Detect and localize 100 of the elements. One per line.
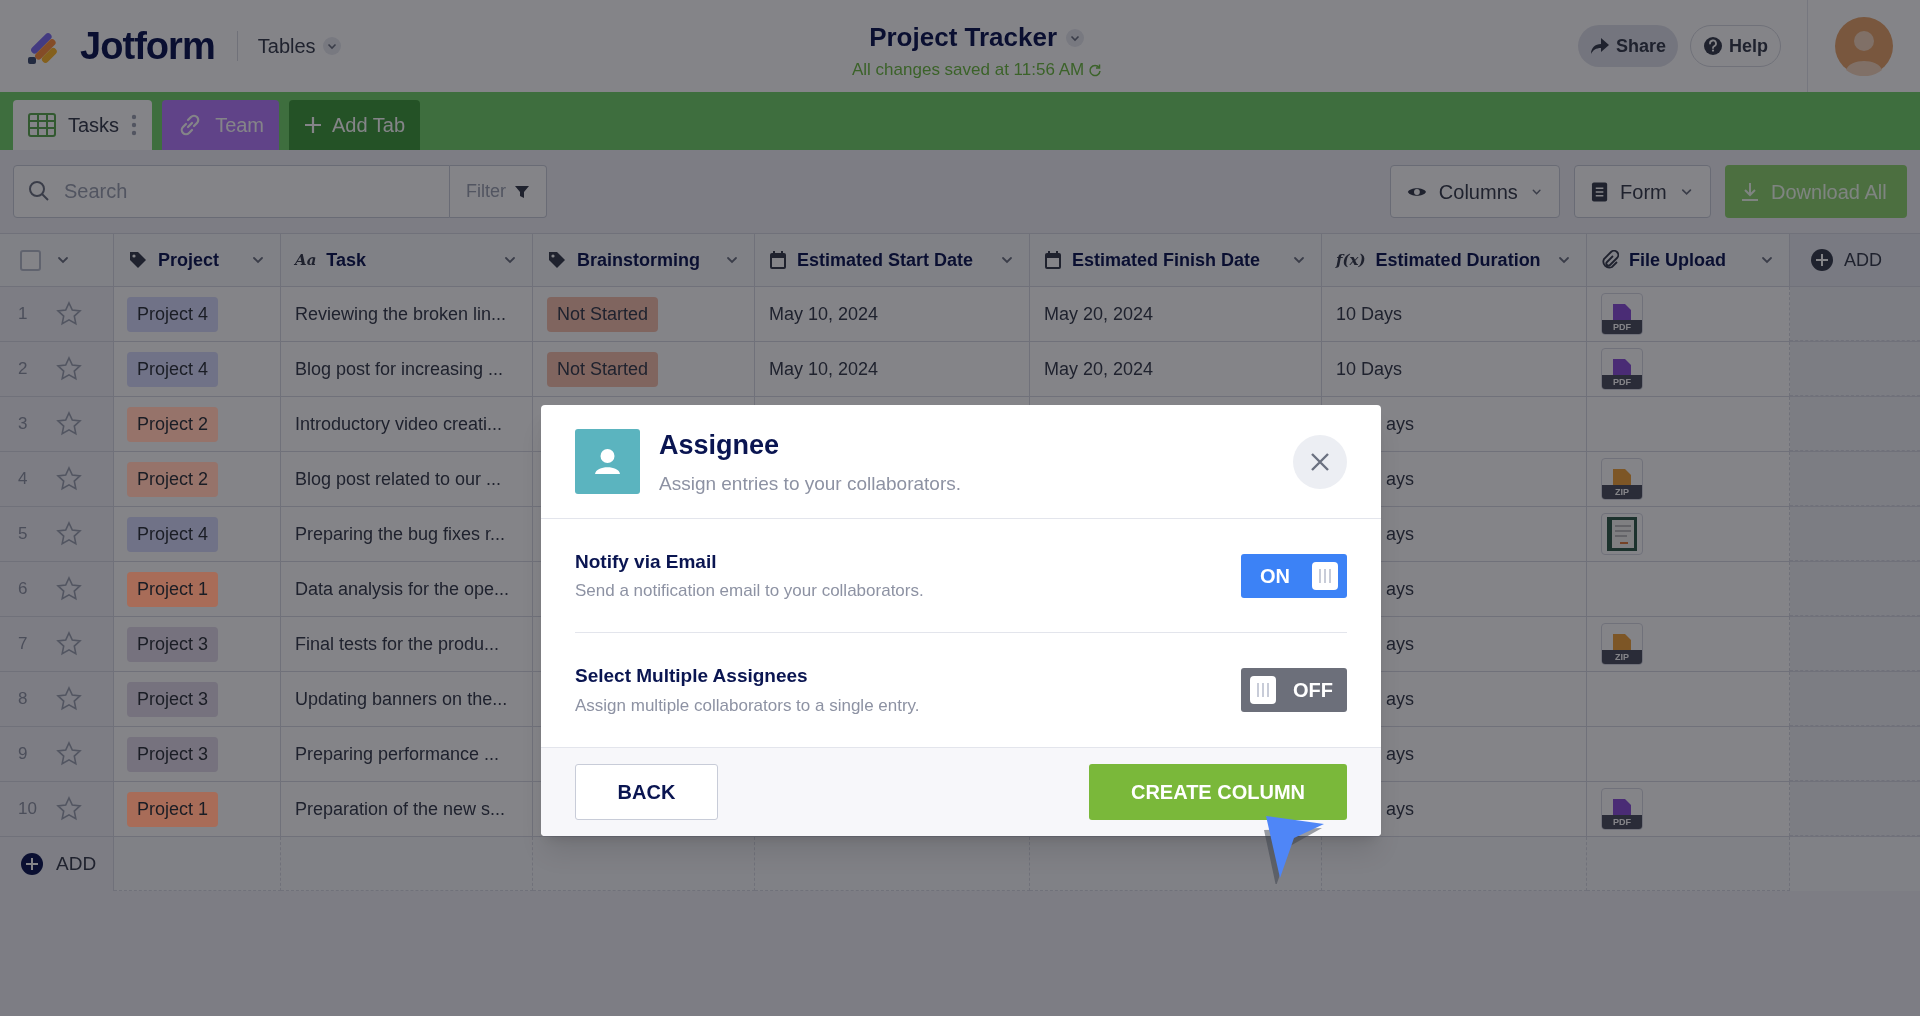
file-icon <box>1611 797 1633 815</box>
star-icon <box>56 466 82 492</box>
task-text: Reviewing the broken lin... <box>295 302 507 326</box>
star-icon <box>56 576 82 602</box>
project-tag: Project 2 <box>127 406 219 442</box>
download-icon <box>1741 181 1759 202</box>
toggle-switch[interactable]: ON <box>1241 553 1347 598</box>
column-header[interactable]: Aa Task <box>281 234 533 286</box>
task-text: Blog post related to our ... <box>295 467 502 491</box>
setting-description: Assign multiple collaborators to a single entry. <box>575 694 920 717</box>
column-header[interactable]: Estimated Start Date <box>755 234 1030 286</box>
add-tab-button[interactable]: Add Tab <box>289 100 421 150</box>
file-type-label: PDF <box>1602 320 1642 334</box>
project-tag: Project 2 <box>127 461 219 497</box>
field-type-label: Aa <box>295 249 317 271</box>
tab[interactable]: Tasks <box>13 100 153 150</box>
column-title: Brainstorming <box>577 248 700 272</box>
close-icon <box>1310 451 1330 472</box>
form-button[interactable]: Form <box>1574 165 1711 218</box>
column-title: Estimated Finish Date <box>1072 248 1261 272</box>
star-icon <box>56 356 82 382</box>
date-text: May 20, 2024 <box>1044 302 1154 326</box>
star-icon <box>56 301 82 327</box>
add-column-button[interactable]: ADD <box>1790 234 1920 286</box>
file-icon <box>1611 632 1633 650</box>
duration-text: 10 Days <box>1336 357 1403 381</box>
column-header[interactable]: Estimated Finish Date <box>1030 234 1322 286</box>
file-type-label: ZIP <box>1602 485 1642 499</box>
date-text: May 10, 2024 <box>769 302 879 326</box>
project-tag: Project 3 <box>127 736 219 772</box>
toggle-switch[interactable]: OFF <box>1241 668 1347 712</box>
column-header[interactable]: Brainstorming <box>533 234 755 286</box>
date-text: May 10, 2024 <box>769 357 879 381</box>
file-icon <box>1611 467 1633 485</box>
star-icon <box>56 411 82 437</box>
star-icon <box>56 796 82 822</box>
chevron-down-icon <box>321 36 342 56</box>
columns-button[interactable]: Columns <box>1390 165 1560 218</box>
share-button[interactable]: Share <box>1577 25 1678 67</box>
star-icon <box>56 741 82 767</box>
project-tag: Project 4 <box>127 516 219 552</box>
project-tag: Project 3 <box>127 681 219 717</box>
create-column-button[interactable]: CREATE COLUMN <box>1089 764 1347 820</box>
file-thumbnail[interactable]: PDF <box>1601 788 1643 830</box>
star-icon <box>56 686 82 712</box>
file-thumbnail[interactable]: PDF <box>1601 293 1643 335</box>
setting-description: Send a notification email to your collaborators. <box>575 580 924 602</box>
toggle-knob-icon <box>1311 560 1339 591</box>
select-all-checkbox[interactable] <box>20 249 41 271</box>
file-thumbnail[interactable]: PDF <box>1601 348 1643 390</box>
chevron-down-icon <box>1065 27 1086 48</box>
task-text: Blog post for increasing ... <box>295 357 504 381</box>
file-type-label: ZIP <box>1602 650 1642 664</box>
grid-icon <box>28 113 56 137</box>
project-tag: Project 3 <box>127 626 219 662</box>
column-title: File Upload <box>1629 248 1726 272</box>
back-button[interactable]: BACK <box>575 764 718 820</box>
toggle-knob-icon <box>1249 675 1277 705</box>
tag-icon <box>547 250 567 270</box>
save-status: All changes saved at 11:56 AM <box>852 59 1085 81</box>
duration-text: ays <box>1386 467 1414 491</box>
add-row-button[interactable]: ADD <box>0 837 114 891</box>
task-text: Preparing performance ... <box>295 742 500 766</box>
search-icon <box>28 180 50 202</box>
status-tag: Not Started <box>547 296 659 332</box>
app-menu[interactable]: Tables <box>257 31 342 61</box>
duration-text: ays <box>1386 797 1414 821</box>
avatar-icon <box>1834 16 1894 76</box>
file-icon <box>1611 357 1633 375</box>
project-tag: Project 4 <box>127 351 219 387</box>
status-tag: Not Started <box>547 351 659 387</box>
field-type-label: f(x) <box>1336 249 1366 271</box>
file-thumbnail[interactable]: ZIP <box>1601 458 1643 500</box>
file-thumbnail[interactable] <box>1601 513 1643 555</box>
calendar-icon <box>769 250 787 270</box>
file-type-label: PDF <box>1602 375 1642 389</box>
file-thumbnail[interactable]: ZIP <box>1601 623 1643 665</box>
project-tag: Project 1 <box>127 791 219 827</box>
dialog-subtitle: Assign entries to your collaborators. <box>659 471 962 496</box>
project-tag: Project 1 <box>127 571 219 607</box>
duration-text: 10 Days <box>1336 302 1403 326</box>
person-icon <box>575 429 640 494</box>
column-header[interactable]: f(x) Estimated Duration <box>1322 234 1587 286</box>
file-icon <box>1611 302 1633 320</box>
task-text: Data analysis for the ope... <box>295 577 510 601</box>
calendar-icon <box>1044 250 1062 270</box>
title-menu[interactable]: Project Tracker <box>869 18 1086 57</box>
task-text: Preparation of the new s... <box>295 797 506 821</box>
file-type-label: PDF <box>1602 815 1642 829</box>
column-header[interactable]: Project <box>114 234 281 286</box>
document-icon <box>1591 180 1609 203</box>
task-text: Introductory video creati... <box>295 412 503 436</box>
star-icon <box>56 631 82 657</box>
duration-text: ays <box>1386 577 1414 601</box>
column-title: Estimated Start Date <box>797 248 974 272</box>
help-button[interactable]: Help <box>1690 25 1781 67</box>
duration-text: ays <box>1386 412 1414 436</box>
refresh-icon <box>1088 62 1103 77</box>
column-title: Estimated Duration <box>1375 248 1541 272</box>
tag-icon <box>128 250 148 270</box>
